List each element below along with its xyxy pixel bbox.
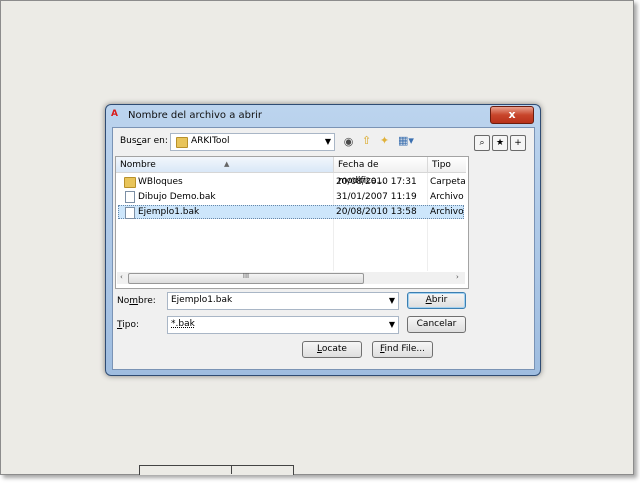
chevron-down-icon: ▼: [324, 137, 331, 146]
bottom-tab-divider: [231, 465, 232, 474]
horizontal-scrollbar[interactable]: ‹ III ›: [117, 272, 465, 284]
favorites-icon[interactable]: ★: [492, 135, 508, 151]
dialog-titlebar[interactable]: A Nombre del archivo a abrir x: [106, 105, 540, 127]
file-name-input[interactable]: Ejemplo1.bak: [171, 295, 232, 305]
chevron-down-icon: ▼: [388, 296, 395, 305]
close-button[interactable]: x: [490, 106, 534, 124]
look-in-label: Buscar en:: [120, 136, 168, 146]
file-type: Carpeta: [430, 177, 466, 187]
folder-icon: [176, 137, 188, 148]
list-item[interactable]: Dibujo Demo.bak 31/01/2007 11:19 Archivo: [118, 190, 464, 204]
sort-up-icon: ▲: [224, 160, 230, 168]
folder-up-icon[interactable]: ⇧: [360, 134, 373, 147]
file-type: Archivo: [430, 192, 464, 202]
column-header-date[interactable]: Fecha de modifica...: [334, 157, 428, 186]
look-in-combo[interactable]: ARKITool ▼: [170, 133, 335, 151]
list-item[interactable]: WBloques 20/08/2010 17:31 Carpeta: [118, 175, 466, 189]
views-icon[interactable]: ▦▾: [398, 134, 414, 147]
file-name: WBloques: [138, 177, 183, 187]
open-button[interactable]: Abrir: [407, 292, 466, 309]
column-header-label: Tipo: [432, 160, 451, 170]
file-type-label: Tipo:: [117, 320, 139, 330]
file-name: Dibujo Demo.bak: [138, 192, 216, 202]
file-type-value: *.bak: [171, 319, 195, 329]
list-item-selected[interactable]: Ejemplo1.bak 20/08/2010 13:58 Archivo: [118, 205, 464, 219]
file-icon: [125, 191, 135, 203]
file-date: 20/08/2010 17:31: [336, 177, 417, 187]
file-date: 20/08/2010 13:58: [336, 207, 417, 217]
column-header-label: Nombre: [120, 160, 156, 170]
file-name-combo[interactable]: Ejemplo1.bak ▼: [167, 292, 399, 310]
grip-icon: III: [242, 272, 250, 280]
chevron-down-icon: ▼: [388, 320, 395, 329]
file-name: Ejemplo1.bak: [138, 207, 200, 217]
search-web-icon[interactable]: ⌕: [474, 135, 490, 151]
autocad-app-icon: A: [111, 109, 118, 119]
file-list[interactable]: Nombre ▲ Fecha de modifica... Tipo WBloq…: [115, 156, 469, 289]
look-in-value: ARKITool: [191, 136, 230, 146]
file-date: 31/01/2007 11:19: [336, 192, 417, 202]
folder-icon: [124, 177, 136, 188]
file-type-combo[interactable]: *.bak ▼: [167, 316, 399, 334]
scroll-left-icon[interactable]: ‹: [120, 273, 123, 281]
find-file-button[interactable]: Find File...: [372, 341, 433, 358]
file-type: Archivo: [430, 207, 464, 217]
scrollbar-thumb[interactable]: III: [128, 272, 364, 284]
cancel-button[interactable]: Cancelar: [407, 316, 466, 333]
bottom-tab[interactable]: [139, 465, 294, 475]
column-header-type[interactable]: Tipo: [428, 157, 466, 173]
back-icon[interactable]: ◉: [342, 135, 355, 148]
new-folder-icon[interactable]: ✦: [378, 134, 391, 147]
file-icon: [125, 207, 135, 219]
add-favorite-icon[interactable]: +: [510, 135, 526, 151]
dialog-title: Nombre del archivo a abrir: [128, 110, 262, 121]
locate-button[interactable]: Locate: [302, 341, 362, 358]
column-header-name[interactable]: Nombre ▲: [116, 157, 334, 173]
scroll-right-icon[interactable]: ›: [456, 273, 459, 281]
file-name-label: Nombre:: [117, 296, 156, 306]
